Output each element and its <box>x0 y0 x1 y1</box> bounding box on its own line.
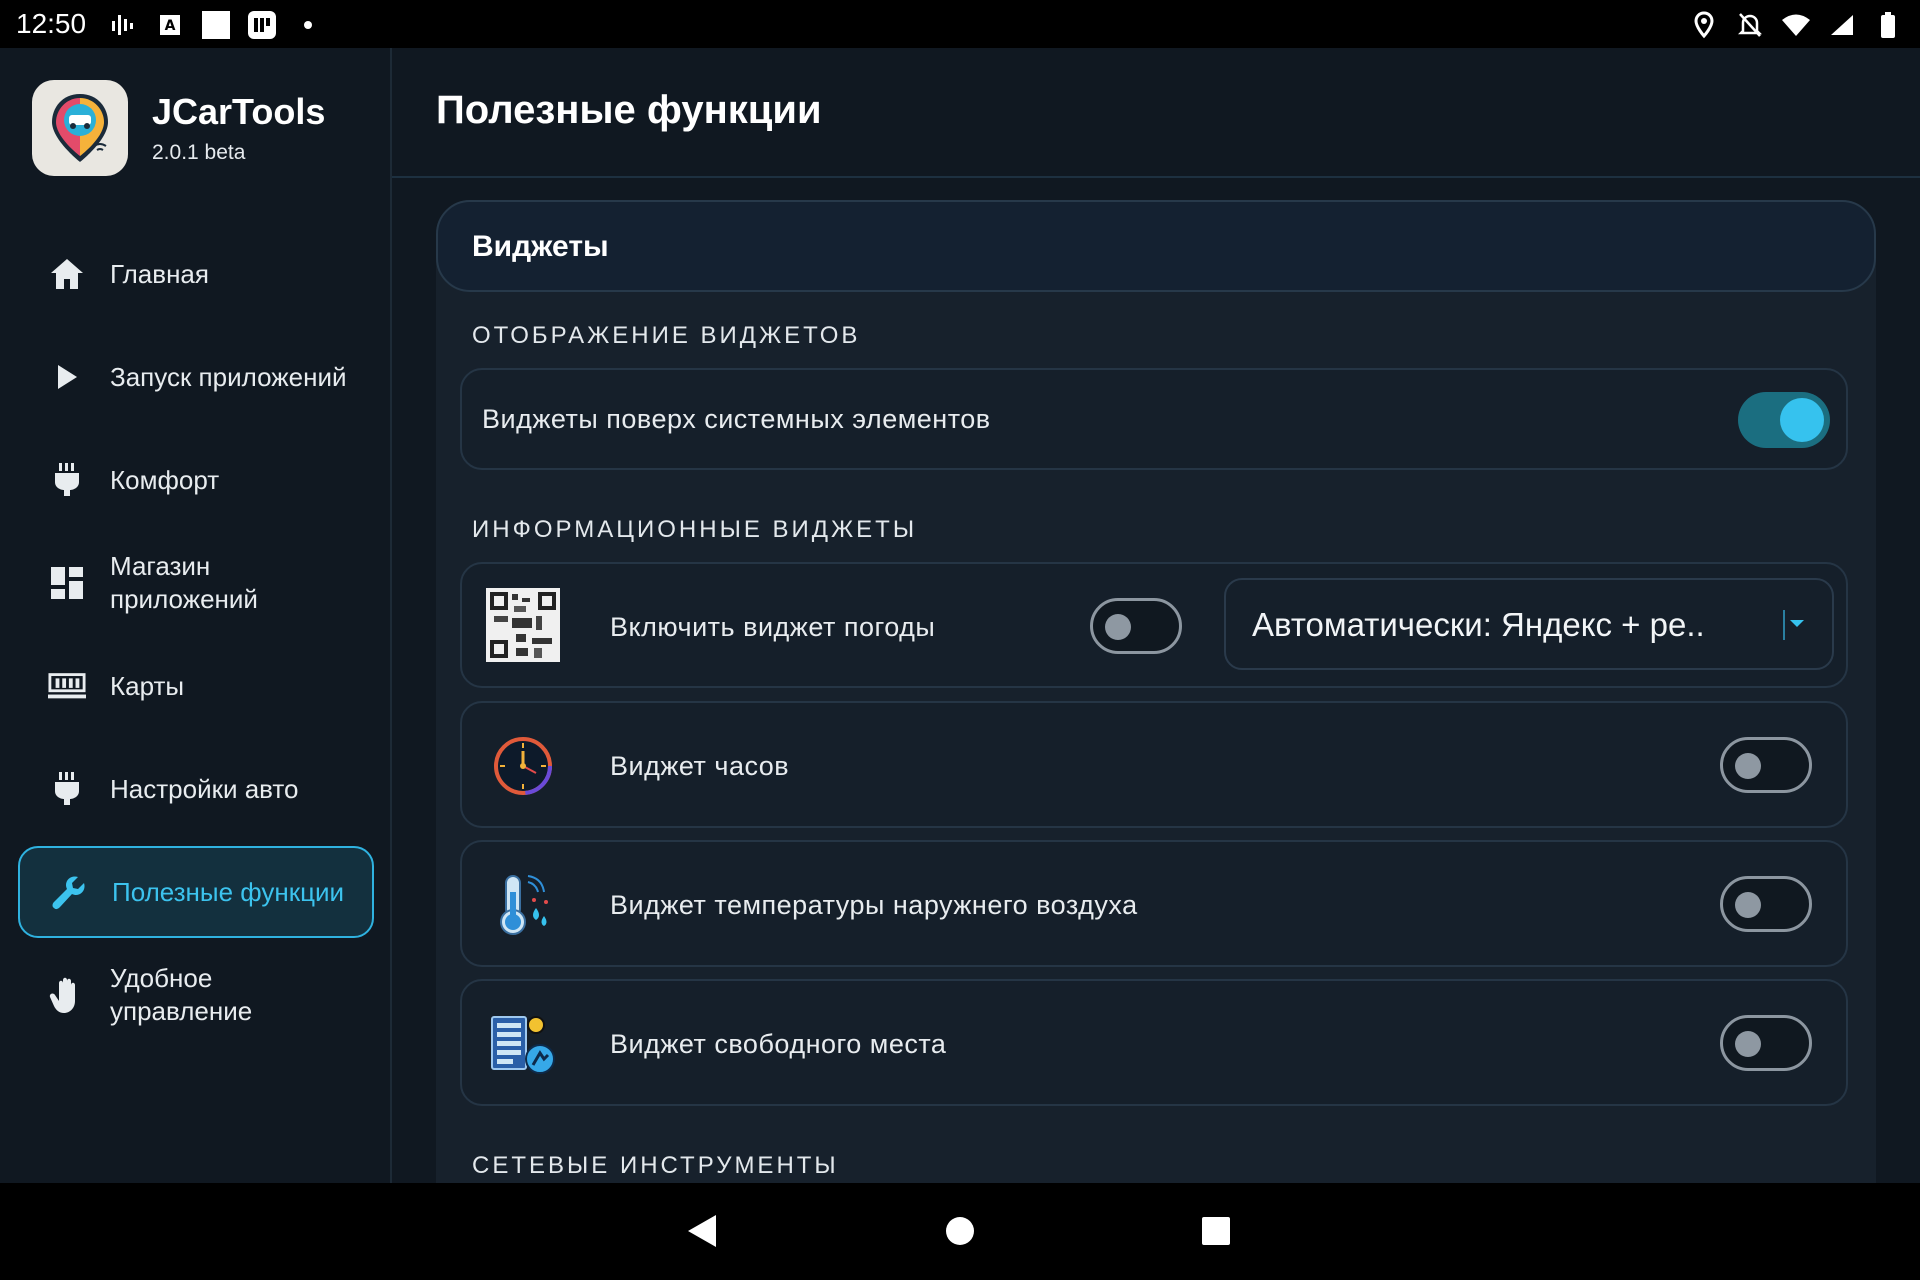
main-content: Полезные функции Виджеты ОТОБРАЖЕНИЕ ВИД… <box>392 48 1920 1183</box>
storage-icon <box>486 1007 560 1081</box>
plug-icon <box>48 461 86 499</box>
sidebar-item-label: Настройки авто <box>110 773 299 804</box>
sidebar-item-convenient-control[interactable]: Удобное управление <box>18 949 374 1041</box>
signal-bars-icon <box>108 10 140 40</box>
status-left-icons: A <box>108 10 324 40</box>
app-logo <box>32 80 128 176</box>
dot-icon <box>292 10 324 40</box>
battery-icon <box>1872 10 1904 40</box>
app-header: JCarTools 2.0.1 beta <box>32 80 325 176</box>
white-square-icon <box>200 10 232 40</box>
panel-header[interactable]: Виджеты <box>436 200 1876 292</box>
weather-widget-card: Включить виджет погоды Автоматически: Ян… <box>460 562 1848 688</box>
sidebar-item-label: Удобное управление <box>110 963 253 1026</box>
wrench-icon <box>50 873 88 911</box>
temperature-widget-card[interactable]: Виджет температуры наружнего воздуха <box>460 840 1848 967</box>
chevron-down-icon <box>1782 610 1808 640</box>
cell-signal-icon <box>1826 10 1858 40</box>
status-bar: 12:50 A <box>0 0 1920 48</box>
thermometer-icon <box>486 868 560 942</box>
overlay-widgets-card[interactable]: Виджеты поверх системных элементов <box>460 368 1848 470</box>
header-divider <box>392 176 1920 178</box>
system-nav-bar <box>0 1183 1920 1280</box>
toggle-knob <box>1105 614 1131 640</box>
app-title: JCarTools <box>152 91 326 132</box>
sidebar-item-car-settings[interactable]: Настройки авто <box>18 743 374 835</box>
sidebar: JCarTools 2.0.1 beta Главная Запуск прил… <box>0 48 392 1183</box>
section-title-network: СЕТЕВЫЕ ИНСТРУМЕНТЫ <box>472 1152 839 1179</box>
app-version: 2.0.1 beta <box>152 141 246 164</box>
page-title: Полезные функции <box>436 88 822 132</box>
storage-widget-label: Виджет свободного места <box>610 1029 947 1059</box>
storage-widget-card[interactable]: Виджет свободного места <box>460 979 1848 1106</box>
sidebar-item-maps[interactable]: Карты <box>18 640 374 732</box>
svg-text:A: A <box>165 18 176 34</box>
status-right-icons <box>1688 10 1904 40</box>
toggle-knob <box>1780 398 1824 442</box>
sidebar-item-home[interactable]: Главная <box>18 228 374 320</box>
font-a-icon: A <box>154 10 186 40</box>
toggle-knob <box>1735 1031 1761 1057</box>
plug-icon <box>48 770 86 808</box>
clock-widget-toggle[interactable] <box>1720 737 1812 793</box>
toggle-knob <box>1735 892 1761 918</box>
map-icon <box>48 667 86 705</box>
sidebar-item-label: Полезные функции <box>112 876 345 907</box>
qr-code-icon <box>486 588 560 662</box>
weather-source-dropdown[interactable]: Автоматически: Яндекс + ре.. <box>1224 578 1834 670</box>
clock-widget-card[interactable]: Виджет часов <box>460 701 1848 828</box>
temperature-widget-toggle[interactable] <box>1720 876 1812 932</box>
clock-icon <box>486 729 560 803</box>
weather-widget-label: Включить виджет погоды <box>610 612 936 642</box>
app-name-block: JCarTools 2.0.1 beta <box>152 91 325 165</box>
sidebar-item-label: Магазин приложений <box>110 551 258 614</box>
sidebar-item-comfort[interactable]: Комфорт <box>18 434 374 526</box>
notifications-off-icon <box>1734 10 1766 40</box>
app-window: JCarTools 2.0.1 beta Главная Запуск прил… <box>0 48 1920 1183</box>
weather-source-value: Автоматически: Яндекс + ре.. <box>1252 606 1705 643</box>
back-icon[interactable] <box>682 1211 722 1251</box>
sidebar-item-useful-functions[interactable]: Полезные функции <box>18 846 374 938</box>
storage-widget-toggle[interactable] <box>1720 1015 1812 1071</box>
home-circle-icon[interactable] <box>940 1211 980 1251</box>
sidebar-item-label: Главная <box>110 258 209 289</box>
temperature-widget-label: Виджет температуры наружнего воздуха <box>610 890 1138 920</box>
location-icon <box>1688 10 1720 40</box>
app-notification-icon <box>246 10 278 40</box>
status-time: 12:50 <box>16 8 87 39</box>
sidebar-item-app-launch[interactable]: Запуск приложений <box>18 331 374 423</box>
section-title-info: ИНФОРМАЦИОННЫЕ ВИДЖЕТЫ <box>472 516 918 543</box>
weather-widget-toggle[interactable] <box>1090 598 1182 654</box>
overlay-widgets-toggle[interactable] <box>1738 392 1830 448</box>
sidebar-item-label: Запуск приложений <box>110 361 347 392</box>
recents-icon[interactable] <box>1196 1211 1236 1251</box>
play-icon <box>48 358 86 396</box>
sidebar-item-label: Комфорт <box>110 464 220 495</box>
widgets-panel: Виджеты ОТОБРАЖЕНИЕ ВИДЖЕТОВ Виджеты пов… <box>436 200 1876 1183</box>
toggle-knob <box>1735 753 1761 779</box>
sidebar-item-label: Карты <box>110 670 185 701</box>
panel-title: Виджеты <box>472 230 609 263</box>
clock-widget-label: Виджет часов <box>610 751 790 781</box>
wifi-icon <box>1780 10 1812 40</box>
home-icon <box>48 255 86 293</box>
sidebar-item-app-store[interactable]: Магазин приложений <box>18 537 374 629</box>
section-title-display: ОТОБРАЖЕНИЕ ВИДЖЕТОВ <box>472 322 861 349</box>
overlay-widgets-label: Виджеты поверх системных элементов <box>482 404 991 434</box>
sidebar-nav: Главная Запуск приложений Комфорт Магази… <box>18 228 374 1052</box>
hand-icon <box>48 976 86 1014</box>
dashboard-icon <box>48 564 86 602</box>
